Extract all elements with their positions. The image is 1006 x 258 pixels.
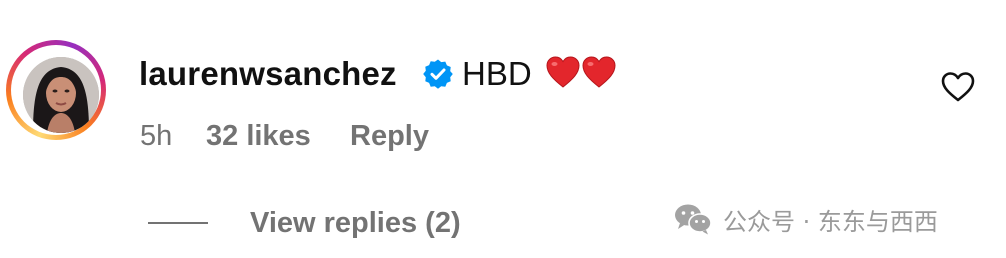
comment-text: HBD	[462, 55, 532, 92]
view-replies-button[interactable]: View replies (2)	[250, 205, 461, 241]
avatar-ring-gap	[11, 45, 101, 135]
comment-username[interactable]: laurenwsanchez	[139, 54, 397, 94]
comment-timestamp: 5h	[140, 120, 173, 152]
avatar-story-ring[interactable]	[6, 40, 106, 140]
red-heart-emoji-icon	[582, 56, 616, 88]
wechat-icon	[675, 204, 712, 235]
avatar-portrait-image	[23, 57, 99, 133]
comment-likes-count[interactable]: 32 likes	[206, 118, 311, 154]
red-heart-emojis	[545, 55, 617, 89]
verified-badge-icon	[423, 59, 453, 89]
watermark: 公众号 · 东东与西西	[673, 199, 938, 239]
heart-outline-icon[interactable]	[940, 70, 976, 104]
replies-divider-line	[148, 222, 208, 224]
avatar[interactable]	[23, 57, 99, 133]
red-heart-emoji-icon	[546, 56, 580, 88]
watermark-text: 公众号 · 东东与西西	[723, 207, 938, 236]
reply-button[interactable]: Reply	[350, 118, 429, 154]
